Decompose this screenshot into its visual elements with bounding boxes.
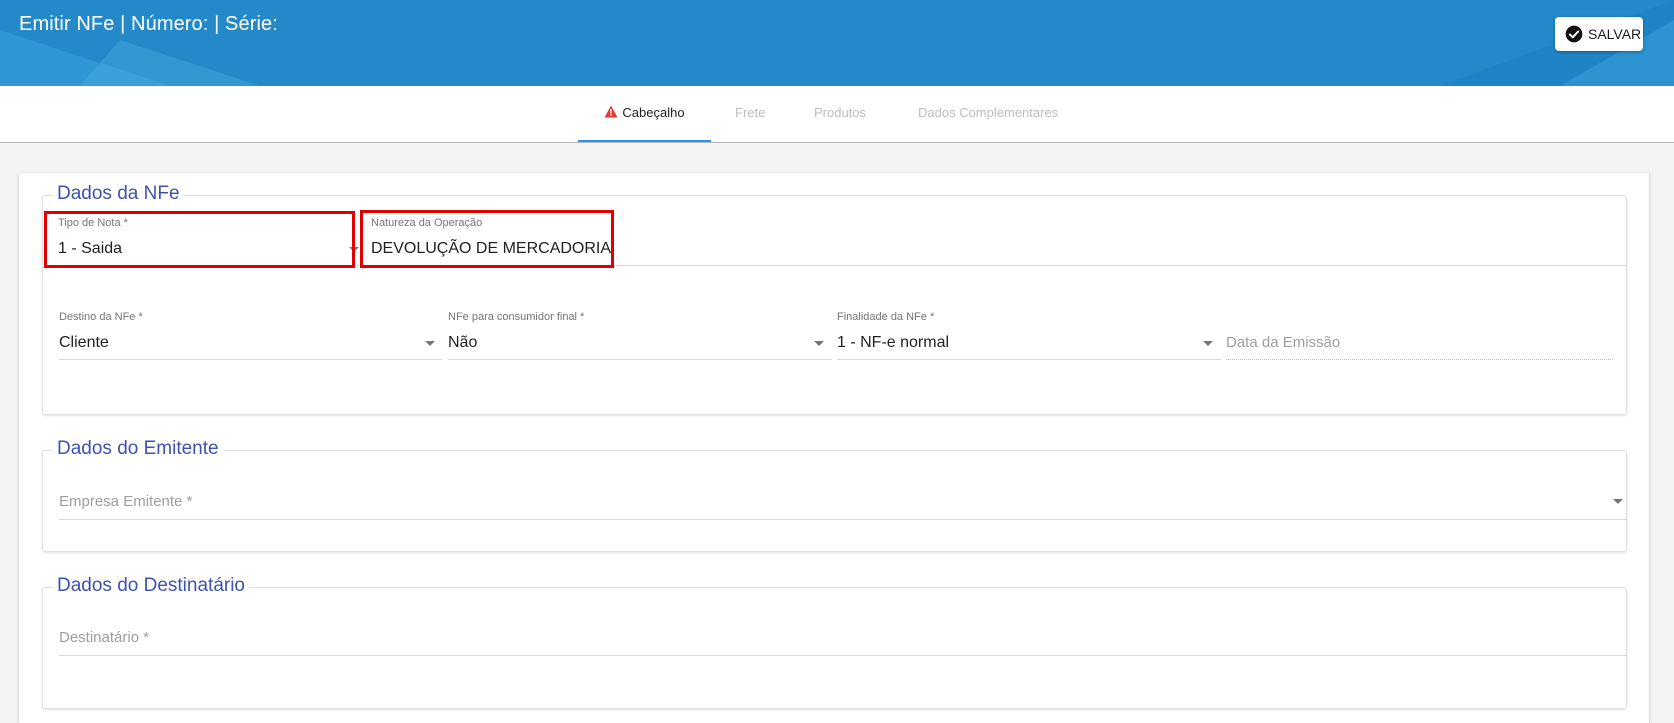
tab-cabecalho[interactable]: Cabeçalho [578,86,711,142]
destinatario-underline [59,655,1627,656]
highlight-box-tipo-nota [44,211,355,268]
check-circle-icon [1565,25,1583,43]
tab-cabecalho-label: Cabeçalho [622,105,685,120]
consumidor-final-underline [448,359,832,360]
destino-nfe-label: Destino da NFe * [59,311,143,323]
section-dados-emitente-title: Dados do Emitente [53,438,223,460]
empresa-emitente-select[interactable]: Empresa Emitente * [59,481,1627,521]
tab-bar: Cabeçalho Frete Produtos Dados Complemen… [0,86,1674,143]
page-title: Emitir NFe | Número: | Série: [19,13,278,35]
data-emissao-placeholder: Data da Emissão [1226,334,1341,351]
destinatario-placeholder: Destinatário * [59,629,150,646]
destino-nfe-underline [59,359,442,360]
finalidade-nfe-chevron-down-icon [1203,341,1213,346]
tab-frete-label: Frete [735,105,766,120]
tab-produtos[interactable]: Produtos [814,86,866,142]
empresa-emitente-chevron-down-icon [1613,499,1623,504]
data-emissao-input[interactable]: Data da Emissão [1226,311,1613,360]
tab-frete[interactable]: Frete [735,86,765,142]
tab-dados-complementares[interactable]: Dados Complementares [918,86,1058,142]
destino-nfe-chevron-down-icon [425,341,435,346]
empresa-emitente-underline [59,519,1627,520]
save-button-label: SALVAR [1588,26,1642,42]
empresa-emitente-placeholder: Empresa Emitente * [59,493,193,510]
save-button[interactable]: SALVAR [1555,17,1643,51]
consumidor-final-select[interactable]: NFe para consumidor final * Não [448,311,832,360]
warning-icon [604,105,618,118]
section-dados-destinatario-title: Dados do Destinatário [53,575,249,597]
destino-nfe-value: Cliente [59,334,109,351]
finalidade-nfe-underline [837,359,1221,360]
finalidade-nfe-label: Finalidade da NFe * [837,311,935,323]
app-header: Emitir NFe | Número: | Série: SALVAR [0,0,1674,86]
highlight-box-natureza-operacao [360,210,614,268]
consumidor-final-value: Não [448,334,478,351]
consumidor-final-chevron-down-icon [814,341,824,346]
destino-nfe-select[interactable]: Destino da NFe * Cliente [59,311,442,360]
section-dados-nfe-title: Dados da NFe [53,183,184,205]
finalidade-nfe-select[interactable]: Finalidade da NFe * 1 - NF-e normal [837,311,1221,360]
destinatario-input[interactable]: Destinatário * [59,617,1627,657]
finalidade-nfe-value: 1 - NF-e normal [837,334,950,351]
data-emissao-underline [1226,359,1613,361]
form-card: Dados da NFe Tipo de Nota * 1 - Saida Na… [19,173,1649,723]
tab-produtos-label: Produtos [814,105,867,120]
consumidor-final-label: NFe para consumidor final * [448,311,585,323]
tab-dados-complementares-label: Dados Complementares [918,105,1059,120]
